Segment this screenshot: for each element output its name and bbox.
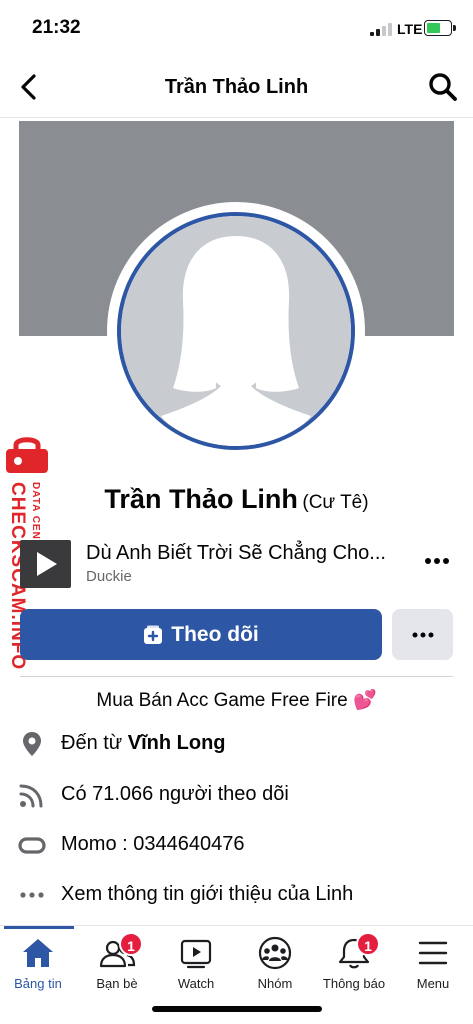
profile-name-main: Trần Thảo Linh: [104, 484, 298, 514]
music-thumbnail[interactable]: [20, 540, 71, 588]
info-followers[interactable]: Có 71.066 người theo dõi: [18, 779, 458, 811]
play-icon: [37, 552, 57, 576]
page-title: Trần Thảo Linh: [164, 76, 309, 98]
contact-pill-icon: [18, 837, 46, 854]
info-contact: Momo : 0344640476: [18, 829, 458, 861]
lock-icon: [6, 437, 48, 473]
followers-count: Có 71.066 người theo dõi: [61, 783, 289, 805]
rss-feed-icon: [19, 784, 43, 808]
network-type: LTE: [397, 21, 423, 37]
follow-button[interactable]: Theo dõi: [20, 609, 382, 660]
menu-icon: [418, 941, 448, 965]
more-horizontal-icon: [412, 632, 433, 637]
profile-avatar[interactable]: [107, 202, 365, 460]
nav-label: Nhóm: [257, 976, 293, 991]
hometown-link[interactable]: Vĩnh Long: [128, 732, 226, 754]
profile-name: Trần Thảo Linh (Cư Tê): [0, 484, 473, 515]
search-icon: [429, 73, 457, 101]
nav-label: Bảng tin: [14, 976, 62, 991]
battery-icon: [424, 20, 456, 36]
groups-icon: [258, 936, 292, 970]
nav-label: Thông báo: [322, 976, 386, 991]
hometown-prefix: Đến từ: [61, 732, 128, 754]
nav-item-news-feed[interactable]: Bảng tin: [0, 934, 78, 994]
info-about[interactable]: Xem thông tin giới thiệu của Linh: [18, 879, 458, 911]
follow-label: Theo dõi: [171, 622, 259, 646]
friends-badge: 1: [119, 932, 143, 956]
more-horizontal-icon: [425, 558, 449, 564]
see-about-link: Xem thông tin giới thiệu của Linh: [61, 883, 354, 905]
nav-label: Menu: [416, 976, 450, 991]
watch-icon: [180, 939, 212, 969]
signal-icon: [370, 22, 392, 36]
profile-alt-name: (Cư Tê): [302, 492, 369, 513]
music-more-button[interactable]: [422, 546, 452, 576]
nav-item-watch[interactable]: Watch: [156, 934, 236, 994]
status-bar: 21:32 LTE: [0, 0, 473, 56]
nav-item-menu[interactable]: Menu: [393, 934, 473, 994]
music-title: Dù Anh Biết Trời Sẽ Chẳng Cho...: [86, 542, 386, 564]
profile-header: Trần Thảo Linh: [0, 58, 473, 118]
location-pin-icon: [23, 732, 41, 756]
more-horizontal-icon: [20, 892, 44, 898]
nav-item-groups[interactable]: Nhóm: [235, 934, 315, 994]
music-artist: Duckie: [86, 568, 132, 585]
follow-add-icon: [144, 625, 163, 644]
home-icon: [23, 939, 53, 967]
search-button[interactable]: [426, 70, 460, 104]
default-avatar-silhouette-icon: [121, 216, 351, 446]
divider: [20, 676, 453, 677]
profile-music[interactable]: Dù Anh Biết Trời Sẽ Chẳng Cho... Duckie: [20, 536, 460, 592]
profile-bio: Mua Bán Acc Game Free Fire 💕: [96, 690, 377, 711]
nav-label: Watch: [177, 976, 215, 991]
info-hometown: Đến từ Vĩnh Long: [18, 728, 458, 760]
notifications-badge: 1: [356, 932, 380, 956]
home-indicator[interactable]: [152, 1006, 322, 1012]
nav-item-friends[interactable]: 1 Bạn bè: [77, 932, 157, 994]
status-time: 21:32: [32, 17, 81, 38]
momo-contact: Momo : 0344640476: [61, 833, 245, 855]
more-options-button[interactable]: [392, 609, 453, 660]
nav-active-indicator: [4, 926, 74, 929]
nav-label: Bạn bè: [96, 976, 138, 991]
nav-item-notifications[interactable]: 1 Thông báo: [314, 932, 394, 994]
